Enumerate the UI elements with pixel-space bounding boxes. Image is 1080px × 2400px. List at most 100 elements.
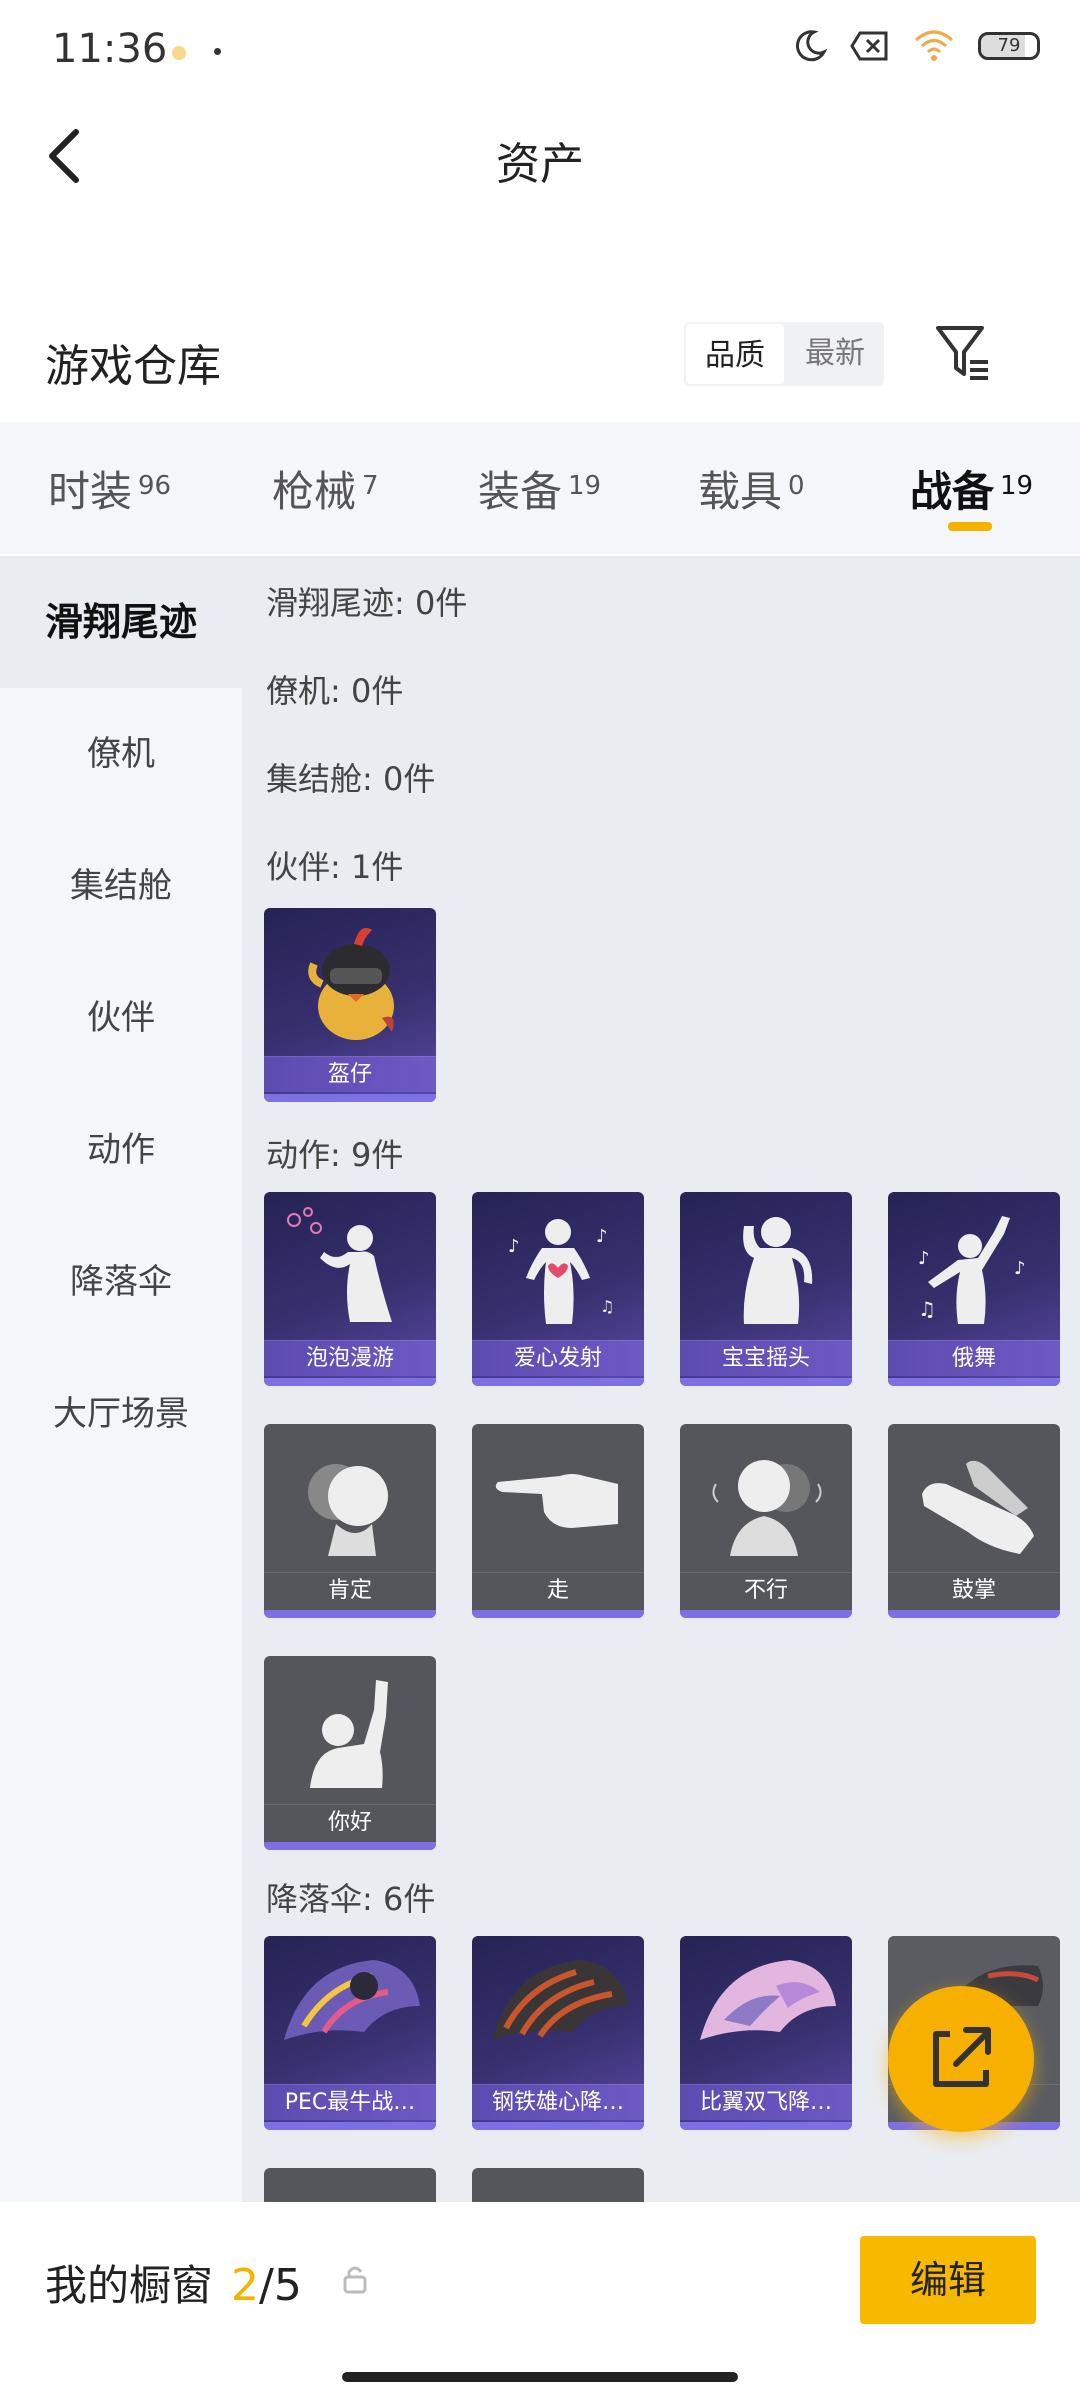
sidebar-item-emote[interactable]: 动作 bbox=[0, 1084, 242, 1216]
section-title-capsule: 集结舱: 0件 bbox=[266, 760, 436, 798]
section-title-emote: 动作: 9件 bbox=[266, 1136, 404, 1174]
russian-dance-emote-icon: ♪ ♪ ♫ bbox=[918, 1216, 1026, 1324]
rarity-bar bbox=[680, 1610, 852, 1618]
rarity-bar bbox=[680, 2122, 852, 2130]
sidebar-item-lobby-scene[interactable]: 大厅场景 bbox=[0, 1348, 242, 1480]
head-no-emote-icon bbox=[712, 1460, 822, 1556]
item-name: 比翼双飞降… bbox=[680, 2084, 852, 2120]
item-card[interactable]: 泡泡漫游 bbox=[264, 1192, 436, 1386]
sidebar-item-partner[interactable]: 伙伴 bbox=[0, 952, 242, 1084]
item-name: 泡泡漫游 bbox=[264, 1340, 436, 1376]
battery-icon: 79 bbox=[978, 32, 1040, 60]
svg-text:♪: ♪ bbox=[1014, 1258, 1026, 1279]
sidebar-item-capsule[interactable]: 集结舱 bbox=[0, 820, 242, 952]
section-title-parachute: 降落伞: 6件 bbox=[266, 1880, 436, 1918]
bubble-emote-icon bbox=[287, 1207, 392, 1322]
sim-off-icon bbox=[850, 31, 888, 61]
tab-fashion[interactable]: 时装 96 bbox=[48, 458, 171, 519]
item-card[interactable]: 比翼双飞降… bbox=[680, 1936, 852, 2130]
item-name: 俄舞 bbox=[888, 1340, 1060, 1376]
tab-battle-prep[interactable]: 战备 19 bbox=[910, 458, 1033, 519]
item-name: 走 bbox=[472, 1572, 644, 1608]
item-card[interactable]: 宝宝摇头 bbox=[680, 1192, 852, 1386]
warehouse-title: 游戏仓库 bbox=[45, 341, 221, 392]
item-list: 滑翔尾迹: 0件 僚机: 0件 集结舱: 0件 伙伴: 1件 盔仔 动作: 9件… bbox=[242, 556, 1080, 2202]
item-name: 爱心发射 bbox=[472, 1340, 644, 1376]
item-card[interactable]: 钢铁雄心降… bbox=[472, 1936, 644, 2130]
item-name: 你好 bbox=[264, 1804, 436, 1840]
item-card[interactable]: 走 bbox=[472, 1424, 644, 1618]
item-card[interactable]: 盔仔 bbox=[264, 908, 436, 1102]
moon-icon bbox=[795, 30, 828, 62]
showcase-label: 我的橱窗 2/5 bbox=[45, 2252, 302, 2313]
waving-hello-icon bbox=[310, 1680, 388, 1788]
svg-text:♪: ♪ bbox=[508, 1236, 520, 1257]
sort-quality-button[interactable]: 品质 bbox=[684, 322, 786, 386]
pointing-hand-icon bbox=[495, 1474, 618, 1528]
item-name: 宝宝摇头 bbox=[680, 1340, 852, 1376]
notification-dot-icon bbox=[172, 46, 186, 60]
item-name: PEC最牛战… bbox=[264, 2084, 436, 2120]
item-card[interactable]: PEC最牛战… bbox=[264, 1936, 436, 2130]
rarity-bar bbox=[888, 1378, 1060, 1386]
category-sidebar: 滑翔尾迹 僚机 集结舱 伙伴 动作 降落伞 大厅场景 bbox=[0, 556, 242, 2202]
rarity-bar bbox=[264, 2122, 436, 2130]
svg-text:♫: ♫ bbox=[918, 1297, 936, 1321]
item-name: 鼓掌 bbox=[888, 1572, 1060, 1608]
item-name: 钢铁雄心降… bbox=[472, 2084, 644, 2120]
item-card[interactable]: 你好 bbox=[264, 1656, 436, 1850]
warehouse-header: 游戏仓库 品质 最新 bbox=[0, 310, 1080, 420]
item-card[interactable]: 鼓掌 bbox=[888, 1424, 1060, 1618]
svg-text:♪: ♪ bbox=[918, 1248, 930, 1269]
clapping-hands-icon bbox=[922, 1460, 1034, 1554]
share-external-icon bbox=[933, 2027, 991, 2087]
sidebar-item-parachute[interactable]: 降落伞 bbox=[0, 1216, 242, 1348]
rarity-bar bbox=[264, 1842, 436, 1850]
tab-vehicles[interactable]: 载具 0 bbox=[698, 458, 805, 519]
sidebar-item-glide-trail[interactable]: 滑翔尾迹 bbox=[0, 556, 242, 688]
showcase-bar: 我的橱窗 2/5 编辑 bbox=[0, 2202, 1080, 2400]
parachute-icon bbox=[700, 1960, 836, 2040]
tab-guns[interactable]: 枪械 7 bbox=[272, 458, 379, 519]
showcase-title: 我的橱窗 bbox=[45, 2261, 214, 2310]
item-name: 盔仔 bbox=[264, 1056, 436, 1092]
item-card[interactable] bbox=[472, 2168, 644, 2202]
section-title-glide: 滑翔尾迹: 0件 bbox=[266, 584, 468, 622]
section-title-wingman: 僚机: 0件 bbox=[266, 672, 404, 710]
tab-active-indicator bbox=[948, 522, 992, 531]
item-name: 肯定 bbox=[264, 1572, 436, 1608]
wifi-icon bbox=[915, 30, 953, 61]
parachute-icon bbox=[492, 1960, 628, 2040]
item-card[interactable]: ♪ ♪ ♫ 俄舞 bbox=[888, 1192, 1060, 1386]
svg-text:♫: ♫ bbox=[600, 1297, 614, 1316]
item-name: 不行 bbox=[680, 1572, 852, 1608]
showcase-current-count: 2 bbox=[231, 2260, 260, 2311]
section-title-partner: 伙伴: 1件 bbox=[266, 848, 404, 886]
tab-equipment[interactable]: 装备 19 bbox=[478, 458, 601, 519]
status-bar: 11:36 79 bbox=[0, 0, 1080, 100]
showcase-total-count: /5 bbox=[259, 2260, 302, 2311]
filter-icon[interactable] bbox=[934, 322, 990, 384]
edit-button[interactable]: 编辑 bbox=[860, 2236, 1036, 2324]
sort-toggle: 品质 最新 bbox=[684, 322, 884, 386]
rarity-bar bbox=[680, 1378, 852, 1386]
nod-emote-icon bbox=[308, 1464, 388, 1556]
rarity-bar bbox=[264, 1094, 436, 1102]
rarity-bar bbox=[264, 1610, 436, 1618]
sort-newest-button[interactable]: 最新 bbox=[786, 322, 884, 386]
head-shake-emote-icon bbox=[743, 1217, 813, 1324]
item-card[interactable]: 不行 bbox=[680, 1424, 852, 1618]
chick-partner-icon bbox=[308, 927, 394, 1040]
item-card[interactable] bbox=[264, 2168, 436, 2202]
app-header: 资产 bbox=[0, 100, 1080, 220]
status-time: 11:36 bbox=[52, 26, 168, 72]
rarity-bar bbox=[472, 2122, 644, 2130]
item-card[interactable]: 肯定 bbox=[264, 1424, 436, 1618]
lock-icon bbox=[343, 2266, 367, 2294]
status-icons: 79 bbox=[792, 28, 1040, 64]
sidebar-item-wingman[interactable]: 僚机 bbox=[0, 688, 242, 820]
item-card[interactable]: ♪ ♪ ♫ 爱心发射 bbox=[472, 1192, 644, 1386]
share-button[interactable] bbox=[888, 1986, 1034, 2132]
home-indicator[interactable] bbox=[342, 2372, 738, 2382]
rarity-bar bbox=[888, 1610, 1060, 1618]
